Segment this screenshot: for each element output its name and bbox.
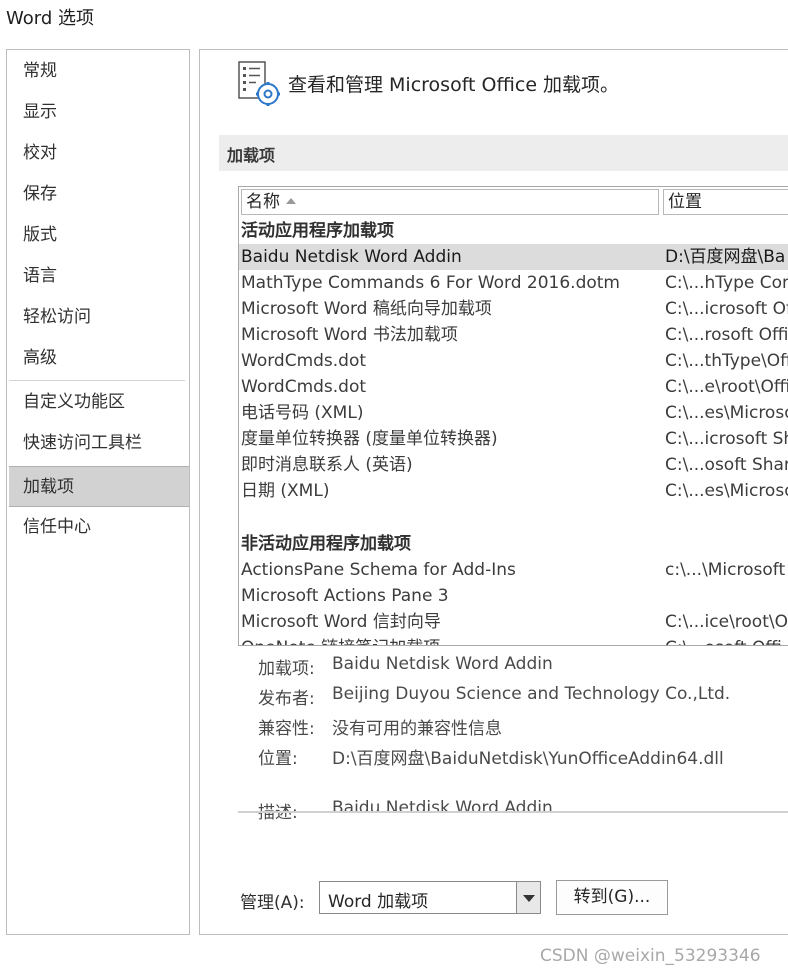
addin-location: C:\...ice\root\O (665, 612, 788, 632)
watermark: CSDN @weixin_53293346 (540, 946, 761, 966)
options-nav: 常规 显示 校对 保存 版式 语言 轻松访问 高级 自定义功能区 快速访问工具栏… (6, 49, 190, 935)
addin-name: MathType Commands 6 For Word 2016.dotm (241, 273, 620, 293)
addin-row[interactable]: WordCmds.dot C:\...e\root\Offi (239, 374, 788, 400)
nav-item-save[interactable]: 保存 (7, 174, 189, 215)
addin-location: C:\...hType Con (665, 273, 788, 293)
addins-settings-icon (238, 61, 280, 106)
addin-row[interactable]: Microsoft Word 稿纸向导加载项 C:\...icrosoft Of (239, 296, 788, 322)
addin-name: Microsoft Word 信封向导 (241, 612, 441, 632)
group-title-active: 活动应用程序加载项 (241, 221, 394, 241)
nav-item-trust-center[interactable]: 信任中心 (7, 507, 189, 548)
addin-row[interactable]: Microsoft Actions Pane 3 (239, 583, 788, 609)
nav-item-display[interactable]: 显示 (7, 92, 189, 133)
nav-item-typography[interactable]: 版式 (7, 215, 189, 256)
addin-name: OneNote 链接笔记加载项 (241, 635, 440, 645)
addin-name: 即时消息联系人 (英语) (241, 455, 413, 475)
addin-name: Microsoft Word 稿纸向导加载项 (241, 299, 492, 319)
addins-list[interactable]: 名称 位置 活动应用程序加载项 Baidu Netdisk Word Addin… (238, 186, 788, 646)
nav-divider (9, 380, 185, 381)
detail-compat-value: 没有可用的兼容性信息 (332, 719, 502, 739)
manage-label: 管理(A): (240, 893, 305, 913)
section-title: 加载项 (227, 146, 276, 165)
addins-panel: 查看和管理 Microsoft Office 加载项。 加载项 名称 位置 活动… (199, 49, 788, 935)
nav-item-proofing[interactable]: 校对 (7, 133, 189, 174)
addin-row[interactable]: Microsoft Word 信封向导 C:\...ice\root\O (239, 609, 788, 635)
nav-item-addins[interactable]: 加载项 (9, 466, 189, 507)
addin-name: WordCmds.dot (241, 351, 367, 371)
addin-name: Baidu Netdisk Word Addin (241, 247, 462, 267)
nav-item-accessibility[interactable]: 轻松访问 (7, 297, 189, 338)
detail-addin-value: Baidu Netdisk Word Addin (332, 654, 553, 674)
window-title: Word 选项 (6, 8, 94, 29)
addin-name: Microsoft Actions Pane 3 (241, 586, 449, 606)
addin-location: C:\...rosoft Offic (665, 325, 788, 345)
detail-publisher-value: Beijing Duyou Science and Technology Co.… (332, 684, 731, 704)
addin-row[interactable]: WordCmds.dot C:\...thType\Off (239, 348, 788, 374)
detail-publisher-label: 发布者: (258, 689, 315, 709)
page-description: 查看和管理 Microsoft Office 加载项。 (288, 74, 620, 96)
addin-name: WordCmds.dot (241, 377, 367, 397)
dropdown-button[interactable] (516, 882, 540, 913)
detail-addin-label: 加载项: (258, 659, 315, 679)
detail-compat-label: 兼容性: (258, 719, 315, 739)
manage-select[interactable]: Word 加载项 (319, 881, 541, 914)
addin-row[interactable]: 日期 (XML) C:\...es\Microso (239, 478, 788, 504)
addin-row[interactable]: 电话号码 (XML) C:\...es\Microso (239, 400, 788, 426)
nav-item-general[interactable]: 常规 (7, 51, 189, 92)
addin-location: C:\...es\Microso (665, 403, 788, 423)
addin-name: ActionsPane Schema for Add-Ins (241, 560, 516, 580)
addin-location: C:\...osoft Share (665, 455, 788, 475)
addin-location: C:\...osoft Offi (665, 635, 782, 645)
addin-name: Microsoft Word 书法加载项 (241, 325, 458, 345)
addin-location: C:\...thType\Off (665, 351, 788, 371)
column-header-name-label: 名称 (246, 192, 280, 212)
addin-location: c:\...\Microsoft (665, 560, 786, 580)
detail-location-value: D:\百度网盘\BaiduNetdisk\YunOfficeAddin64.dl… (332, 749, 724, 769)
addin-row[interactable]: 度量单位转换器 (度量单位转换器) C:\...icrosoft Sh (239, 426, 788, 452)
manage-select-value: Word 加载项 (328, 892, 429, 912)
addin-row[interactable]: Microsoft Word 书法加载项 C:\...rosoft Offic (239, 322, 788, 348)
detail-location-label: 位置: (258, 749, 298, 769)
addin-location: C:\...icrosoft Of (665, 299, 788, 319)
column-header-location[interactable]: 位置 (663, 189, 788, 215)
addin-row[interactable]: OneNote 链接笔记加载项 C:\...osoft Offi (239, 635, 788, 645)
addin-row[interactable]: Baidu Netdisk Word Addin D:\百度网盘\Ba (239, 244, 788, 270)
group-title-inactive: 非活动应用程序加载项 (241, 534, 411, 554)
nav-item-customize-ribbon[interactable]: 自定义功能区 (7, 382, 189, 423)
addin-name: 日期 (XML) (241, 481, 330, 501)
chevron-down-icon (523, 895, 535, 902)
addin-location: C:\...es\Microso (665, 481, 788, 501)
addin-row[interactable]: MathType Commands 6 For Word 2016.dotm C… (239, 270, 788, 296)
section-header: 加载项 (219, 135, 788, 171)
addin-name: 度量单位转换器 (度量单位转换器) (241, 429, 498, 449)
addin-row[interactable]: ActionsPane Schema for Add-Ins c:\...\Mi… (239, 557, 788, 583)
nav-item-language[interactable]: 语言 (7, 256, 189, 297)
sort-ascending-icon (286, 198, 296, 204)
go-button[interactable]: 转到(G)... (556, 880, 668, 915)
addin-location: C:\...icrosoft Sh (665, 429, 788, 449)
nav-item-advanced[interactable]: 高级 (7, 338, 189, 379)
addin-location: D:\百度网盘\Ba (665, 247, 786, 267)
column-header-name[interactable]: 名称 (241, 189, 659, 215)
addin-row[interactable]: 即时消息联系人 (英语) C:\...osoft Share (239, 452, 788, 478)
addin-name: 电话号码 (XML) (241, 403, 364, 423)
addin-location: C:\...e\root\Offi (665, 377, 788, 397)
details-divider (238, 811, 788, 813)
detail-desc-value: Baidu Netdisk Word Addin (332, 798, 553, 818)
nav-item-quick-access-toolbar[interactable]: 快速访问工具栏 (7, 423, 189, 464)
